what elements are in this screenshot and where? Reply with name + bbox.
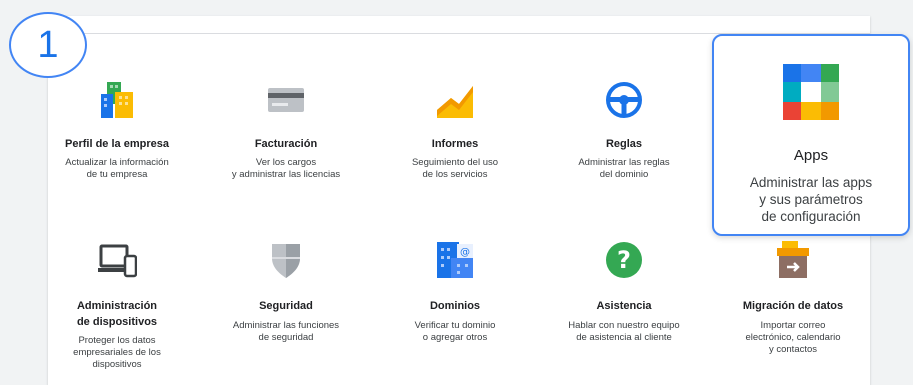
tile-description: Seguimiento del uso de los servicios	[411, 157, 499, 180]
tile-description: Importar correo electrónico, calendario …	[745, 320, 841, 355]
tile-description: Proteger los datos empresariales de los …	[73, 335, 161, 370]
devices-icon	[98, 244, 137, 278]
shield-icon	[272, 244, 300, 278]
reports-chart-icon	[437, 86, 473, 118]
billing-card-icon	[268, 88, 304, 112]
apps-title: Apps	[793, 147, 829, 164]
tile-title: Reglas	[605, 138, 643, 150]
apps-description: Administrar las apps y sus parámetros de…	[749, 175, 873, 224]
tile-description: Verificar tu dominio o agregar otros	[414, 320, 496, 343]
tile-apps-highlighted[interactable]: Apps Administrar las apps y sus parámetr…	[712, 34, 910, 236]
help-question-icon: ?	[606, 242, 642, 278]
tile-description: Ver los cargos y administrar las licenci…	[231, 157, 341, 180]
svg-text:@: @	[460, 247, 470, 258]
svg-text:?: ?	[617, 246, 631, 274]
tile-title: Informes	[431, 138, 479, 150]
domains-building-icon: @	[437, 242, 473, 278]
apps-grid-icon	[783, 64, 839, 120]
tile-title: Dominios	[429, 300, 481, 312]
data-migration-box-icon	[777, 241, 809, 278]
steering-wheel-icon	[606, 82, 642, 118]
step-number-badge: 1	[9, 12, 87, 78]
company-profile-icon	[101, 82, 133, 118]
tile-title: Administración de dispositivos	[76, 300, 158, 328]
tile-title: Migración de datos	[742, 300, 844, 312]
tile-description: Hablar con nuestro equipo de asistencia …	[568, 320, 680, 343]
tile-description: Actualizar la información de tu empresa	[65, 157, 169, 180]
tile-description: Administrar las reglas del dominio	[578, 157, 670, 180]
tile-description: Administrar las funciones de seguridad	[232, 320, 340, 343]
tile-title: Facturación	[254, 138, 318, 150]
tile-title: Perfil de la empresa	[65, 138, 169, 150]
tile-title: Asistencia	[596, 300, 652, 312]
tile-title: Seguridad	[259, 300, 313, 312]
